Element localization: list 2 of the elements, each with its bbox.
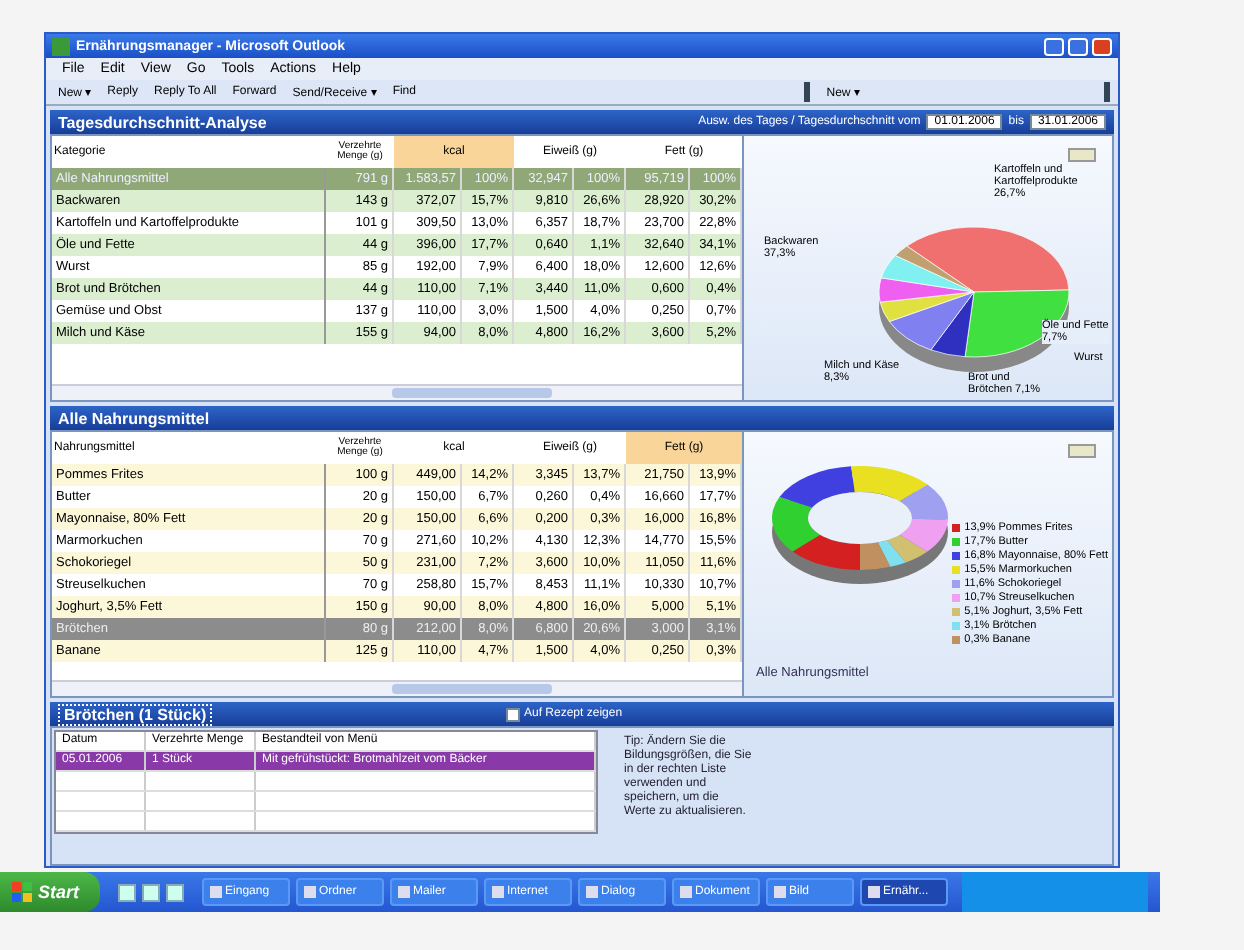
section-title: Alle Nahrungsmittel (58, 409, 210, 427)
section-title: Tagesdurchschnitt-Analyse (58, 113, 267, 131)
